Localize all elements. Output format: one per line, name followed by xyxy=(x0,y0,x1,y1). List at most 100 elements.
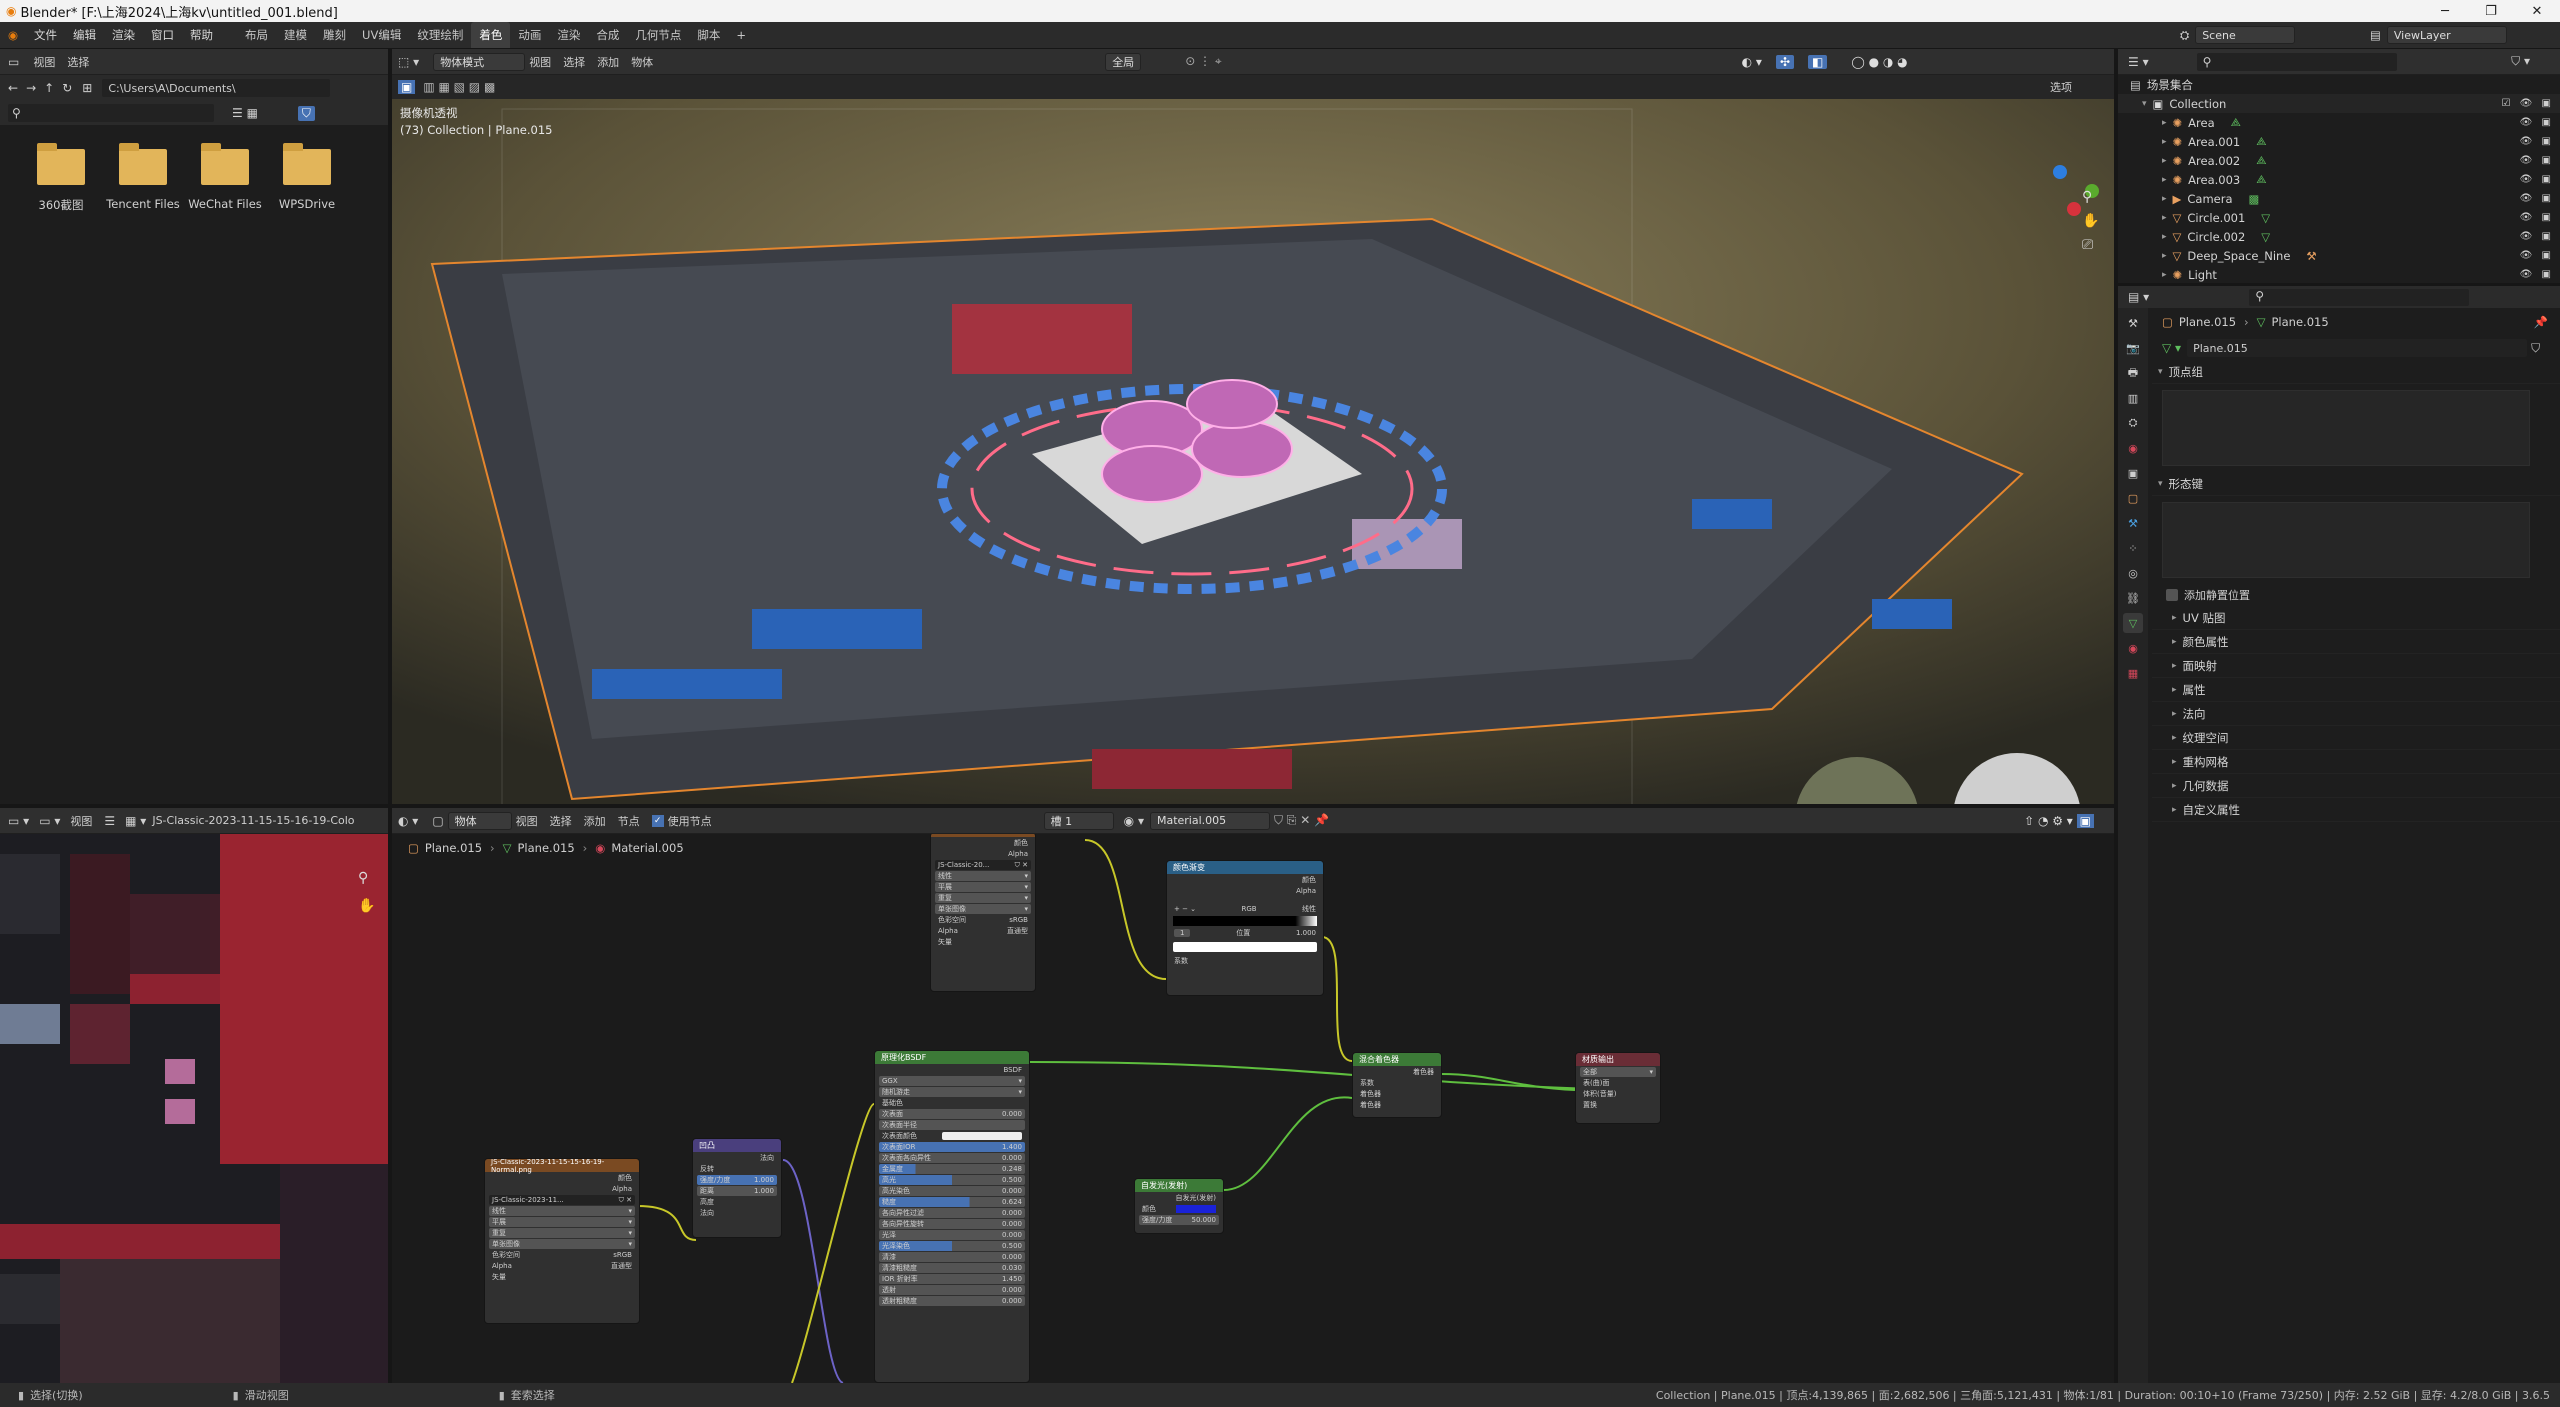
image-browse-icon[interactable]: ▦ ▾ xyxy=(125,814,146,828)
fb-menu-view[interactable]: 视图 xyxy=(33,54,55,70)
outliner-item-area002[interactable]: ▸ ✺ Area.002 ⟁ 👁 ▣ xyxy=(2118,151,2560,170)
mesh-data-tab-icon[interactable]: ▽ xyxy=(2123,613,2143,633)
world-tab-icon[interactable]: ◉ xyxy=(2123,438,2143,458)
overlay-icon[interactable]: ◐ ▾ xyxy=(1742,55,1762,69)
panel-normals[interactable]: ▸ 法向 xyxy=(2152,702,2560,726)
tab-shading[interactable]: 着色 xyxy=(471,22,511,48)
zoom-icon[interactable]: ⚲ xyxy=(358,864,375,892)
camera-view-icon[interactable]: ⎚ xyxy=(2082,237,2099,253)
filter-icon[interactable]: ⛉ xyxy=(297,105,315,121)
input-row[interactable]: 透射 0.000 xyxy=(879,1285,1025,1295)
image-name[interactable]: JS-Classic-2023-11-15-15-16-19-Colo xyxy=(152,814,354,827)
visibility-icons[interactable]: 👁 ▣ xyxy=(2520,136,2554,147)
source-dropdown[interactable]: 单张图像 ▾ xyxy=(489,1239,635,1249)
panel-face-maps[interactable]: ▸ 面映射 xyxy=(2152,654,2560,678)
visibility-icons[interactable]: 👁 ▣ xyxy=(2520,155,2554,166)
projection-dropdown[interactable]: 平展 ▾ xyxy=(489,1217,635,1227)
expand-icon[interactable]: ▾ xyxy=(2142,99,2147,109)
parent-dir-icon[interactable]: ↑ xyxy=(44,81,54,95)
normal-image-texture-node[interactable]: JS-Classic-2023-11-15-15-16-19-Normal.pn… xyxy=(484,1158,640,1324)
panel-attributes[interactable]: ▸ 属性 xyxy=(2152,678,2560,702)
colorspace-row[interactable]: 色彩空间 sRGB xyxy=(935,915,1031,925)
node-editor-type-icon[interactable]: ◐ ▾ xyxy=(398,814,418,828)
input-row[interactable]: 各向异性旋转 0.000 xyxy=(879,1219,1025,1229)
material-browse-icon[interactable]: ◉ ▾ xyxy=(1124,814,1144,828)
outliner-item-light[interactable]: ▸ ✺ Light 👁 ▣ xyxy=(2118,265,2560,284)
gizmo-icon[interactable]: ✣ xyxy=(1775,54,1795,69)
material-name-field[interactable]: Material.005 xyxy=(1149,811,1270,830)
input-row[interactable]: 高光 0.500 xyxy=(879,1175,1025,1185)
panel-remesh[interactable]: ▸ 重构网格 xyxy=(2152,750,2560,774)
vp-menu-object[interactable]: 物体 xyxy=(631,54,653,70)
ramp-gradient[interactable] xyxy=(1173,916,1317,926)
material-slot-selector[interactable]: 槽 1 xyxy=(1043,811,1114,830)
outliner-search[interactable]: ⚲ xyxy=(2196,52,2397,71)
outliner-item-area003[interactable]: ▸ ✺ Area.003 ⟁ 👁 ▣ xyxy=(2118,170,2560,189)
projection-dropdown[interactable]: 平展 ▾ xyxy=(935,882,1031,892)
maximize-button[interactable]: ❐ xyxy=(2468,0,2514,22)
fb-search-input[interactable]: ⚲ xyxy=(8,104,214,122)
mesh-name-field[interactable]: Plane.015 xyxy=(2187,339,2528,357)
menu-render[interactable]: 渲染 xyxy=(104,22,143,48)
pan-hand-icon[interactable]: ✋ xyxy=(358,892,375,920)
fb-menu-select[interactable]: 选择 xyxy=(67,54,89,70)
invert-checkbox-row[interactable]: 反转 xyxy=(697,1164,777,1174)
alpha-row[interactable]: Alpha 直通型 xyxy=(935,926,1031,936)
display-mode-icon[interactable]: ☰ ▦ xyxy=(232,106,258,120)
input-row[interactable]: 高光染色 0.000 xyxy=(879,1186,1025,1196)
scene-name[interactable]: Scene xyxy=(2195,26,2296,44)
target-dropdown[interactable]: 全部 ▾ xyxy=(1580,1067,1656,1077)
zoom-icon[interactable]: ⚲ xyxy=(2082,189,2099,205)
ramp-mode[interactable]: RGB xyxy=(1241,905,1256,913)
position-value[interactable]: 1.000 xyxy=(1296,929,1316,937)
tool-tab-icon[interactable]: ⚒ xyxy=(2123,313,2143,333)
render-tab-icon[interactable]: 📷 xyxy=(2123,338,2143,358)
menu-file[interactable]: 文件 xyxy=(26,22,65,48)
ne-overlay-icons[interactable]: ⇧ ◔ ⚙ ▾ ▣ xyxy=(2024,813,2094,828)
distance-field[interactable]: 距离 1.000 xyxy=(697,1186,777,1196)
forward-icon[interactable]: → xyxy=(26,81,36,95)
extension-dropdown[interactable]: 重复 ▾ xyxy=(935,893,1031,903)
properties-search[interactable]: ⚲ xyxy=(2249,288,2470,306)
visibility-icons[interactable]: 👁 ▣ xyxy=(2520,250,2554,261)
image-selector[interactable]: JS-Classic-2023-11... ⛉ ✕ xyxy=(489,1195,635,1205)
ne-menu-add[interactable]: 添加 xyxy=(584,813,606,829)
add-workspace-button[interactable]: + xyxy=(728,22,754,48)
refresh-icon[interactable]: ↻ xyxy=(62,81,72,95)
collection-row[interactable]: ▾ ▣ Collection ☑ 👁 ▣ xyxy=(2118,94,2560,113)
particles-tab-icon[interactable]: ⁘ xyxy=(2123,538,2143,558)
shader-type-selector[interactable]: 物体 xyxy=(447,811,512,830)
path-field[interactable]: C:\Users\A\Documents\ xyxy=(102,79,331,97)
vp-menu-view[interactable]: 视图 xyxy=(529,54,551,70)
editor-type-icon[interactable]: ▭ xyxy=(8,55,19,69)
interp-dropdown[interactable]: 线性 ▾ xyxy=(489,1206,635,1216)
output-tab-icon[interactable]: 🖶 xyxy=(2123,363,2143,383)
colorspace-row[interactable]: 色彩空间 sRGB xyxy=(489,1250,635,1260)
panel-uv-maps[interactable]: ▸ UV 贴图 xyxy=(2152,606,2560,630)
input-row[interactable]: 各向异性过滤 0.000 xyxy=(879,1208,1025,1218)
visibility-icons[interactable]: ☑ 👁 ▣ xyxy=(2502,98,2554,109)
menu-edit[interactable]: 编辑 xyxy=(65,22,104,48)
tab-scripting[interactable]: 脚本 xyxy=(689,22,728,48)
collection-tab-icon[interactable]: ▣ xyxy=(2123,463,2143,483)
source-dropdown[interactable]: 单张图像 ▾ xyxy=(935,904,1031,914)
distribution-dropdown[interactable]: GGX ▾ xyxy=(879,1076,1025,1086)
stop-color-swatch[interactable] xyxy=(1173,942,1317,952)
color-row[interactable]: 颜色 xyxy=(1139,1204,1219,1214)
material-output-node[interactable]: 材质输出 全部 ▾ 表(曲)面 体积(音量) 置换 xyxy=(1575,1052,1661,1124)
input-row[interactable]: 次表面各向异性 0.000 xyxy=(879,1153,1025,1163)
bump-node[interactable]: 凹凸 法向 反转 强度/力度 1.000 距离 1.000 高度 法向 xyxy=(692,1138,782,1238)
visibility-icons[interactable]: 👁 ▣ xyxy=(2520,212,2554,223)
physics-tab-icon[interactable]: ◎ xyxy=(2123,563,2143,583)
new-folder-icon[interactable]: ⊞ xyxy=(82,81,92,95)
blender-menu-icon[interactable]: ◉ xyxy=(0,28,26,42)
add-rest-position-row[interactable]: 添加静置位置 xyxy=(2152,584,2560,606)
texture-tab-icon[interactable]: ▦ xyxy=(2123,663,2143,683)
vp-menu-select[interactable]: 选择 xyxy=(563,54,585,70)
filter-icon[interactable]: ⛉ ▾ xyxy=(2511,54,2530,69)
panel-custom-properties[interactable]: ▸ 自定义属性 xyxy=(2152,798,2560,822)
color-ramp-node[interactable]: 颜色渐变 颜色 Alpha + − ⌄ RGB 线性 1 位置 1.000 系数 xyxy=(1166,860,1324,996)
outliner-item-area[interactable]: ▸ ✺ Area ⟁ 👁 ▣ xyxy=(2118,113,2560,132)
tab-compositing[interactable]: 合成 xyxy=(588,22,627,48)
object-type-icon[interactable]: ▢ xyxy=(432,814,443,828)
